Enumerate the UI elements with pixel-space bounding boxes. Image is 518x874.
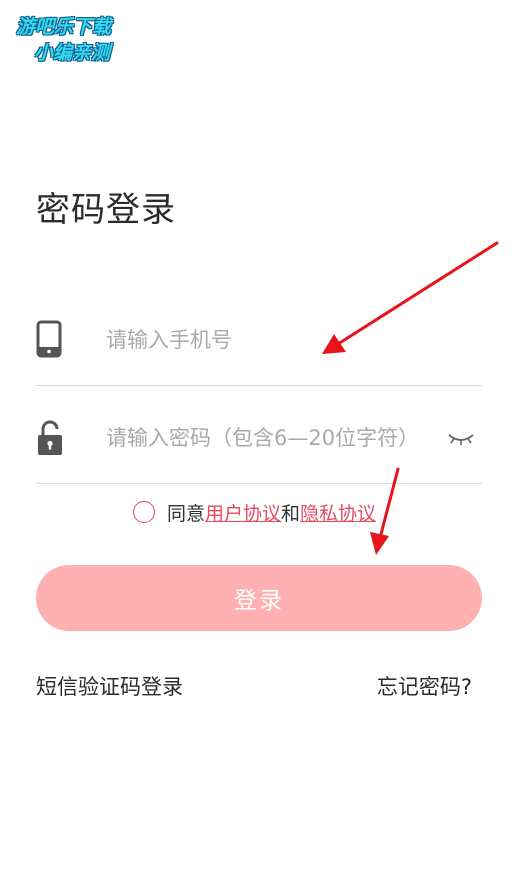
sms-login-link[interactable]: 短信验证码登录 (36, 671, 183, 701)
forgot-password-link[interactable]: 忘记密码? (377, 671, 472, 701)
eye-closed-icon[interactable] (446, 429, 476, 447)
page-title: 密码登录 (36, 190, 176, 230)
password-field-row (36, 385, 482, 484)
phone-field-row (36, 287, 482, 386)
password-input[interactable] (106, 421, 436, 455)
watermark-logo: 游吧乐下载 小编亲测 (10, 8, 150, 66)
agreement-and: 和 (281, 502, 301, 525)
watermark-line-1: 游吧乐下载 (16, 16, 112, 38)
lock-icon (38, 420, 62, 455)
agree-radio[interactable] (133, 501, 155, 523)
agreement-prefix: 同意 (167, 502, 206, 525)
watermark-line-2: 小编亲测 (34, 42, 111, 64)
agreement-row: 同意 用户协议 和 隐私协议 (133, 497, 376, 527)
login-button[interactable]: 登录 (36, 565, 482, 631)
phone-icon (36, 320, 62, 358)
privacy-policy-link[interactable]: 隐私协议 (300, 499, 376, 526)
user-agreement-link[interactable]: 用户协议 (205, 499, 281, 526)
phone-input[interactable] (106, 323, 436, 357)
